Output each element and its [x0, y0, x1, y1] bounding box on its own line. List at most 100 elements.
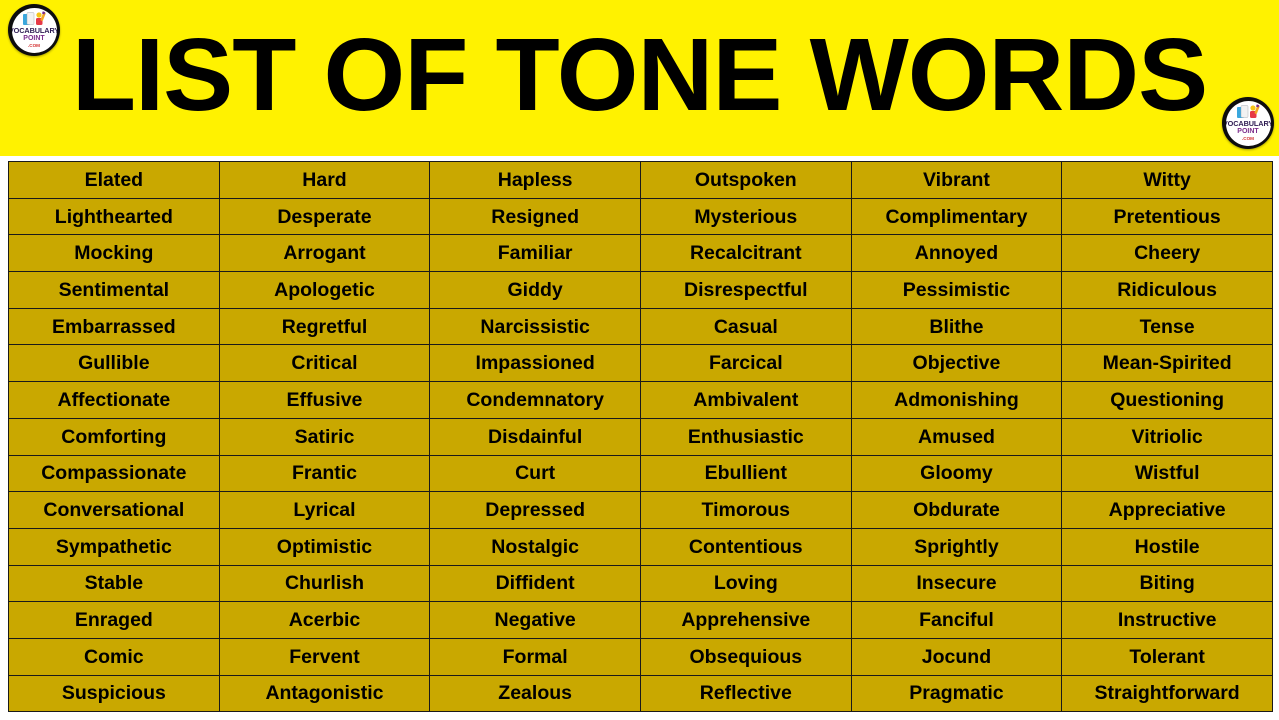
table-cell: Straightforward	[1061, 674, 1273, 713]
header-banner: VOCABULARY POINT .COM LIST OF TONE WORDS…	[0, 0, 1279, 156]
table-cell: Hostile	[1061, 527, 1273, 566]
table-cell: Negative	[429, 601, 641, 639]
vocabulary-point-logo-icon: VOCABULARY POINT .COM	[8, 4, 60, 56]
logo-line3-secondary: .COM	[1242, 135, 1254, 141]
table-cell: Curt	[429, 454, 641, 493]
table-cell: Blithe	[850, 307, 1063, 346]
table-row: Suspicious Antagonistic Zealous Reflective P…	[8, 674, 1273, 713]
logo-inner: VOCABULARY POINT .COM	[11, 7, 57, 53]
table-cell: Pretentious	[1061, 197, 1273, 236]
table-row: Embarrassed Regretful Narcissistic Casual Bl…	[8, 307, 1273, 346]
tone-words-table: Elated Hard Hapless Outspoken Vibrant Witty Li…	[8, 161, 1273, 713]
table-cell: Outspoken	[639, 161, 852, 199]
table-cell: Wistful	[1061, 454, 1273, 493]
table-cell: Apprehensive	[639, 601, 852, 639]
table-cell: Compassionate	[8, 454, 220, 493]
table-cell: Admonishing	[850, 381, 1063, 419]
table-cell: Annoyed	[850, 234, 1063, 273]
table-cell: Disdainful	[429, 417, 641, 456]
logo-artwork-icon-secondary	[1236, 103, 1260, 118]
table-row: Affectionate Effusive Condemnatory Ambivale…	[8, 381, 1273, 419]
table-cell: Lyrical	[218, 491, 431, 529]
table-cell: Lighthearted	[8, 197, 220, 236]
table-cell: Pessimistic	[850, 271, 1063, 309]
table-cell: Frantic	[218, 454, 431, 493]
table-row: Sympathetic Optimistic Nostalgic Contentiou…	[8, 527, 1273, 566]
tone-words-table-body: Elated Hard Hapless Outspoken Vibrant Witty Li…	[8, 161, 1273, 713]
table-cell: Critical	[218, 344, 431, 383]
table-cell: Complimentary	[850, 197, 1063, 236]
table-cell: Disrespectful	[639, 271, 852, 309]
table-cell: Obdurate	[850, 491, 1063, 529]
table-cell: Reflective	[639, 674, 852, 713]
table-cell: Fanciful	[850, 601, 1063, 639]
table-cell: Depressed	[429, 491, 641, 529]
table-cell: Condemnatory	[429, 381, 641, 419]
table-cell: Gloomy	[850, 454, 1063, 493]
table-cell: Sentimental	[8, 271, 220, 309]
table-cell: Questioning	[1061, 381, 1273, 419]
logo-line2: POINT	[23, 34, 45, 42]
table-cell: Diffident	[429, 564, 641, 603]
table-cell: Impassioned	[429, 344, 641, 383]
table-row: Comforting Satiric Disdainful Enthusiastic A…	[8, 417, 1273, 456]
table-row: Gullible Critical Impassioned Farcical Objec…	[8, 344, 1273, 383]
logo-artwork-icon	[22, 10, 46, 25]
table-cell: Farcical	[639, 344, 852, 383]
table-row: Lighthearted Desperate Resigned Mysterious C…	[8, 197, 1273, 236]
table-cell: Objective	[850, 344, 1063, 383]
table-cell: Hard	[218, 161, 431, 199]
logo-inner-secondary: VOCABULARY POINT .COM	[1225, 100, 1271, 146]
table-cell: Enthusiastic	[639, 417, 852, 456]
table-cell: Contentious	[639, 527, 852, 566]
table-cell: Embarrassed	[8, 307, 220, 346]
table-cell: Desperate	[218, 197, 431, 236]
table-row: Elated Hard Hapless Outspoken Vibrant Witty	[8, 161, 1273, 199]
table-cell: Churlish	[218, 564, 431, 603]
table-row: Compassionate Frantic Curt Ebullient Gloomy W…	[8, 454, 1273, 493]
table-row: Enraged Acerbic Negative Apprehensive Fancif…	[8, 601, 1273, 639]
tone-words-table-container: Elated Hard Hapless Outspoken Vibrant Witty Li…	[8, 161, 1273, 713]
table-cell: Nostalgic	[429, 527, 641, 566]
table-cell: Mean-Spirited	[1061, 344, 1273, 383]
table-cell: Jocund	[850, 637, 1063, 676]
table-cell: Ridiculous	[1061, 271, 1273, 309]
table-cell: Familiar	[429, 234, 641, 273]
table-cell: Pragmatic	[850, 674, 1063, 713]
table-cell: Satiric	[218, 417, 431, 456]
table-cell: Conversational	[8, 491, 220, 529]
table-cell: Witty	[1061, 161, 1273, 199]
table-cell: Sprightly	[850, 527, 1063, 566]
table-cell: Antagonistic	[218, 674, 431, 713]
table-cell: Casual	[639, 307, 852, 346]
table-cell: Ambivalent	[639, 381, 852, 419]
table-cell: Giddy	[429, 271, 641, 309]
table-cell: Narcissistic	[429, 307, 641, 346]
vocabulary-point-logo-icon-secondary: VOCABULARY POINT .COM	[1222, 97, 1274, 149]
table-cell: Comforting	[8, 417, 220, 456]
table-cell: Comic	[8, 637, 220, 676]
table-cell: Instructive	[1061, 601, 1273, 639]
table-cell: Ebullient	[639, 454, 852, 493]
table-cell: Optimistic	[218, 527, 431, 566]
table-cell: Appreciative	[1061, 491, 1273, 529]
table-cell: Effusive	[218, 381, 431, 419]
table-cell: Stable	[8, 564, 220, 603]
table-cell: Tense	[1061, 307, 1273, 346]
table-cell: Cheery	[1061, 234, 1273, 273]
table-row: Conversational Lyrical Depressed Timorous Ob…	[8, 491, 1273, 529]
table-cell: Acerbic	[218, 601, 431, 639]
table-cell: Vitriolic	[1061, 417, 1273, 456]
table-cell: Arrogant	[218, 234, 431, 273]
table-cell: Formal	[429, 637, 641, 676]
table-cell: Affectionate	[8, 381, 220, 419]
table-cell: Insecure	[850, 564, 1063, 603]
table-cell: Biting	[1061, 564, 1273, 603]
table-cell: Recalcitrant	[639, 234, 852, 273]
table-cell: Sympathetic	[8, 527, 220, 566]
table-cell: Enraged	[8, 601, 220, 639]
page-title: LIST OF TONE WORDS	[71, 17, 1208, 132]
table-cell: Tolerant	[1061, 637, 1273, 676]
table-cell: Timorous	[639, 491, 852, 529]
table-cell: Loving	[639, 564, 852, 603]
